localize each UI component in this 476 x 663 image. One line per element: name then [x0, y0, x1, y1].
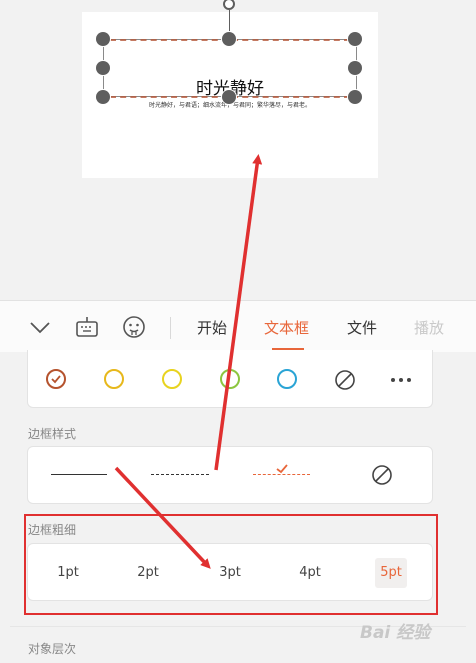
highlight-frame — [24, 514, 438, 615]
tab-home[interactable]: 开始 — [197, 317, 227, 338]
no-color-icon[interactable] — [334, 369, 356, 395]
color-option-yellow[interactable] — [162, 369, 182, 389]
watermark: Bai 经验 — [360, 623, 431, 643]
emoji-icon[interactable] — [122, 315, 146, 339]
object-layer-label: 对象层次 — [28, 642, 77, 656]
more-icon[interactable] — [390, 372, 412, 391]
resize-handle-bottom-left[interactable] — [96, 90, 110, 104]
resize-handle-top[interactable] — [222, 32, 236, 46]
resize-handle-right[interactable] — [348, 61, 362, 75]
color-option-brown[interactable] — [46, 369, 66, 389]
color-option-blue[interactable] — [277, 369, 297, 389]
color-option-green[interactable] — [220, 369, 240, 389]
color-option-gold[interactable] — [104, 369, 124, 389]
tab-play[interactable]: 播放 — [414, 317, 444, 338]
tab-file[interactable]: 文件 — [347, 317, 377, 338]
style-selected-check-icon — [275, 459, 289, 478]
style-option-solid[interactable] — [51, 474, 107, 475]
resize-handle-top-right[interactable] — [348, 32, 362, 46]
resize-handle-bottom[interactable] — [222, 90, 236, 104]
tab-textbox[interactable]: 文本框 — [264, 317, 309, 338]
rotate-handle[interactable] — [223, 0, 235, 10]
resize-handle-top-left[interactable] — [96, 32, 110, 46]
border-style-label: 边框样式 — [28, 427, 77, 441]
bottom-toolbar: 开始 文本框 文件 播放 — [0, 300, 476, 354]
no-border-icon[interactable] — [371, 464, 393, 490]
toolbar-separator — [170, 317, 171, 339]
style-option-dashed[interactable] — [151, 474, 209, 475]
resize-handle-bottom-right[interactable] — [348, 90, 362, 104]
rotate-handle-line — [229, 10, 230, 32]
resize-handle-left[interactable] — [96, 61, 110, 75]
chevron-down-icon[interactable] — [28, 315, 52, 339]
keyboard-icon[interactable] — [75, 315, 99, 339]
